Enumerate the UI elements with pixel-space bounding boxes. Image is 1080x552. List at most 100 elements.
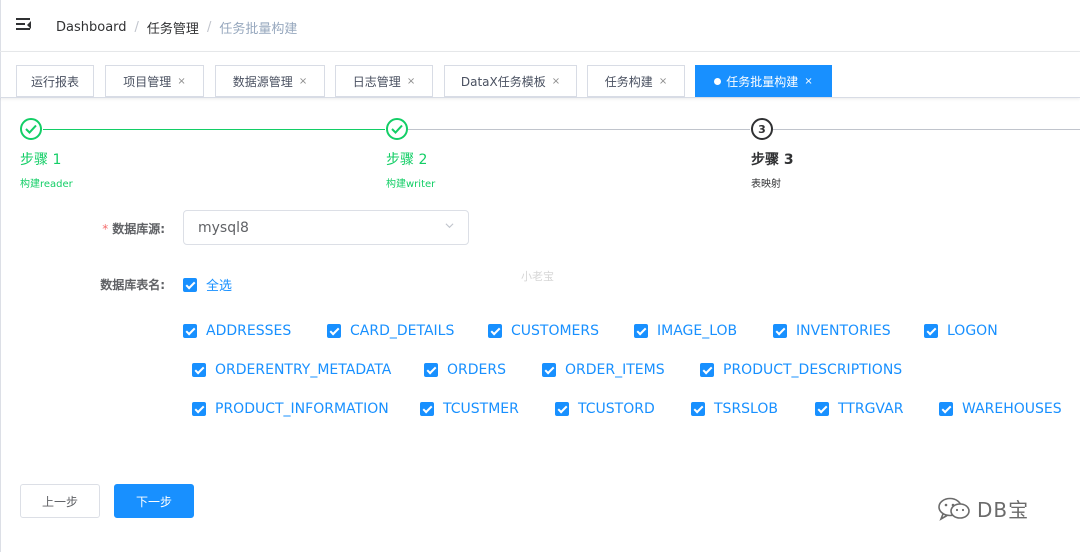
table-checkbox[interactable]: CUSTOMERS [488, 323, 599, 339]
tag-label: 项目管理 [123, 74, 172, 89]
chevron-down-icon [445, 223, 454, 229]
active-dot-icon [714, 77, 722, 85]
tag-datasource-management[interactable]: 数据源管理 × [215, 65, 325, 97]
prev-step-button[interactable]: 上一步 [20, 484, 100, 518]
checkbox-checked-icon [424, 363, 438, 377]
table-checkbox[interactable]: ORDERENTRY_METADATA [192, 362, 391, 378]
table-checkbox[interactable]: ORDER_ITEMS [542, 362, 665, 378]
breadcrumb-item-current: 任务批量构建 [219, 22, 298, 37]
table-name: ORDER_ITEMS [565, 362, 665, 378]
close-icon[interactable]: × [552, 76, 560, 87]
step-3-title: 步骤 3 [751, 152, 794, 168]
step-3-number: 3 [751, 118, 773, 140]
tag-project-management[interactable]: 项目管理 × [105, 65, 204, 97]
table-name: ORDERS [447, 362, 506, 378]
checkbox-checked-icon [542, 363, 556, 377]
brand-text: DB宝 [977, 498, 1030, 522]
table-checkbox[interactable]: TCUSTORD [555, 401, 655, 417]
step-1-title: 步骤 1 [20, 152, 62, 168]
tag-label: 数据源管理 [232, 74, 293, 89]
breadcrumb-item-task-management[interactable]: 任务管理 [147, 18, 199, 37]
step-3-description: 表映射 [751, 179, 781, 190]
table-name: IMAGE_LOB [657, 323, 738, 339]
table-name: TSRSLOB [714, 401, 778, 417]
checkbox-checked-icon [700, 363, 714, 377]
table-name: WAREHOUSES [962, 401, 1062, 417]
step-connector-1 [43, 129, 385, 130]
tag-task-build[interactable]: 任务构建 × [587, 65, 685, 97]
step-1-description: 构建reader [20, 179, 73, 190]
app-root: Dashboard / 任务管理 / 任务批量构建 运行报表 项目管理 × 数据… [0, 0, 1080, 552]
close-icon[interactable]: × [407, 76, 415, 87]
step-2-title: 步骤 2 [386, 152, 428, 168]
datasource-label: * 数据库源: [80, 220, 165, 237]
select-all-label: 全选 [206, 279, 233, 294]
datasource-select-value: mysql8 [198, 220, 249, 236]
hamburger-menu-icon[interactable] [16, 18, 32, 32]
brand-watermark: DB宝 [937, 494, 1029, 523]
breadcrumb-separator: / [206, 20, 212, 35]
tag-label: 日志管理 [352, 74, 401, 89]
checkbox-checked-icon [183, 277, 197, 292]
tag-run-report[interactable]: 运行报表 [16, 65, 94, 97]
table-checkbox[interactable]: INVENTORIES [773, 323, 891, 339]
table-name: CARD_DETAILS [350, 323, 455, 339]
tag-batch-task-build[interactable]: 任务批量构建 × [695, 65, 832, 97]
checkbox-checked-icon [634, 324, 648, 338]
next-step-button[interactable]: 下一步 [114, 484, 194, 518]
table-checkbox[interactable]: LOGON [924, 323, 998, 339]
datasource-select[interactable]: mysql8 [183, 210, 469, 245]
table-checkbox[interactable]: TSRSLOB [691, 401, 778, 417]
breadcrumb-item-dashboard[interactable]: Dashboard [56, 20, 127, 35]
table-name: ORDERENTRY_METADATA [215, 362, 392, 378]
tags-view: 运行报表 项目管理 × 数据源管理 × 日志管理 × DataX任务模板 × 任… [0, 52, 1080, 98]
tag-label: DataX任务模板 [460, 74, 546, 89]
tag-label: 任务批量构建 [726, 74, 799, 89]
checkbox-checked-icon [815, 402, 829, 416]
tag-label: 运行报表 [30, 74, 79, 89]
step-connector-3 [773, 129, 1080, 130]
watermark: 小老宝 [521, 270, 554, 283]
close-icon[interactable]: × [299, 76, 307, 87]
step-2-description: 构建writer [386, 179, 436, 190]
checkbox-checked-icon [327, 324, 341, 338]
table-checkbox[interactable]: PRODUCT_INFORMATION [192, 401, 389, 417]
close-icon[interactable]: × [659, 76, 667, 87]
checkbox-checked-icon [939, 402, 953, 416]
checkbox-checked-icon [555, 402, 569, 416]
table-checkbox[interactable]: WAREHOUSES [939, 401, 1062, 417]
table-name: CUSTOMERS [511, 323, 600, 339]
datasource-label-text: 数据库源: [112, 222, 165, 236]
select-all-checkbox[interactable]: 全选 [183, 275, 232, 294]
table-checkbox[interactable]: ADDRESSES [183, 323, 291, 339]
breadcrumb-separator: / [134, 20, 139, 35]
table-checkbox[interactable]: PRODUCT_DESCRIPTIONS [700, 362, 902, 378]
required-mark: * [102, 222, 109, 236]
breadcrumb: Dashboard / 任务管理 / 任务批量构建 [56, 18, 297, 37]
table-checkbox[interactable]: TCUSTMER [420, 401, 519, 417]
checkbox-checked-icon [488, 324, 502, 338]
checkbox-checked-icon [192, 402, 206, 416]
table-checkbox[interactable]: ORDERS [424, 362, 506, 378]
table-checkbox[interactable]: IMAGE_LOB [634, 323, 737, 339]
checkbox-checked-icon [183, 324, 197, 338]
table-name: INVENTORIES [796, 323, 891, 339]
check-circle-icon [20, 118, 42, 140]
step-connector-2 [408, 129, 750, 130]
table-name: TTRGVAR [838, 401, 904, 417]
table-name: TCUSTMER [443, 401, 519, 417]
table-label: 数据库表名: [100, 278, 165, 292]
close-icon[interactable]: × [804, 76, 812, 87]
table-checkbox[interactable]: TTRGVAR [815, 401, 903, 417]
table-checkbox[interactable]: CARD_DETAILS [327, 323, 454, 339]
wechat-icon [938, 497, 970, 521]
close-icon[interactable]: × [177, 76, 185, 87]
checkbox-checked-icon [192, 363, 206, 377]
table-name: TCUSTORD [578, 401, 655, 417]
tag-log-management[interactable]: 日志管理 × [335, 65, 433, 97]
table-name: PRODUCT_INFORMATION [215, 401, 389, 417]
checkbox-checked-icon [924, 324, 938, 338]
table-name: PRODUCT_DESCRIPTIONS [723, 362, 903, 378]
table-name: LOGON [947, 323, 998, 339]
tag-datax-template[interactable]: DataX任务模板 × [444, 65, 577, 97]
